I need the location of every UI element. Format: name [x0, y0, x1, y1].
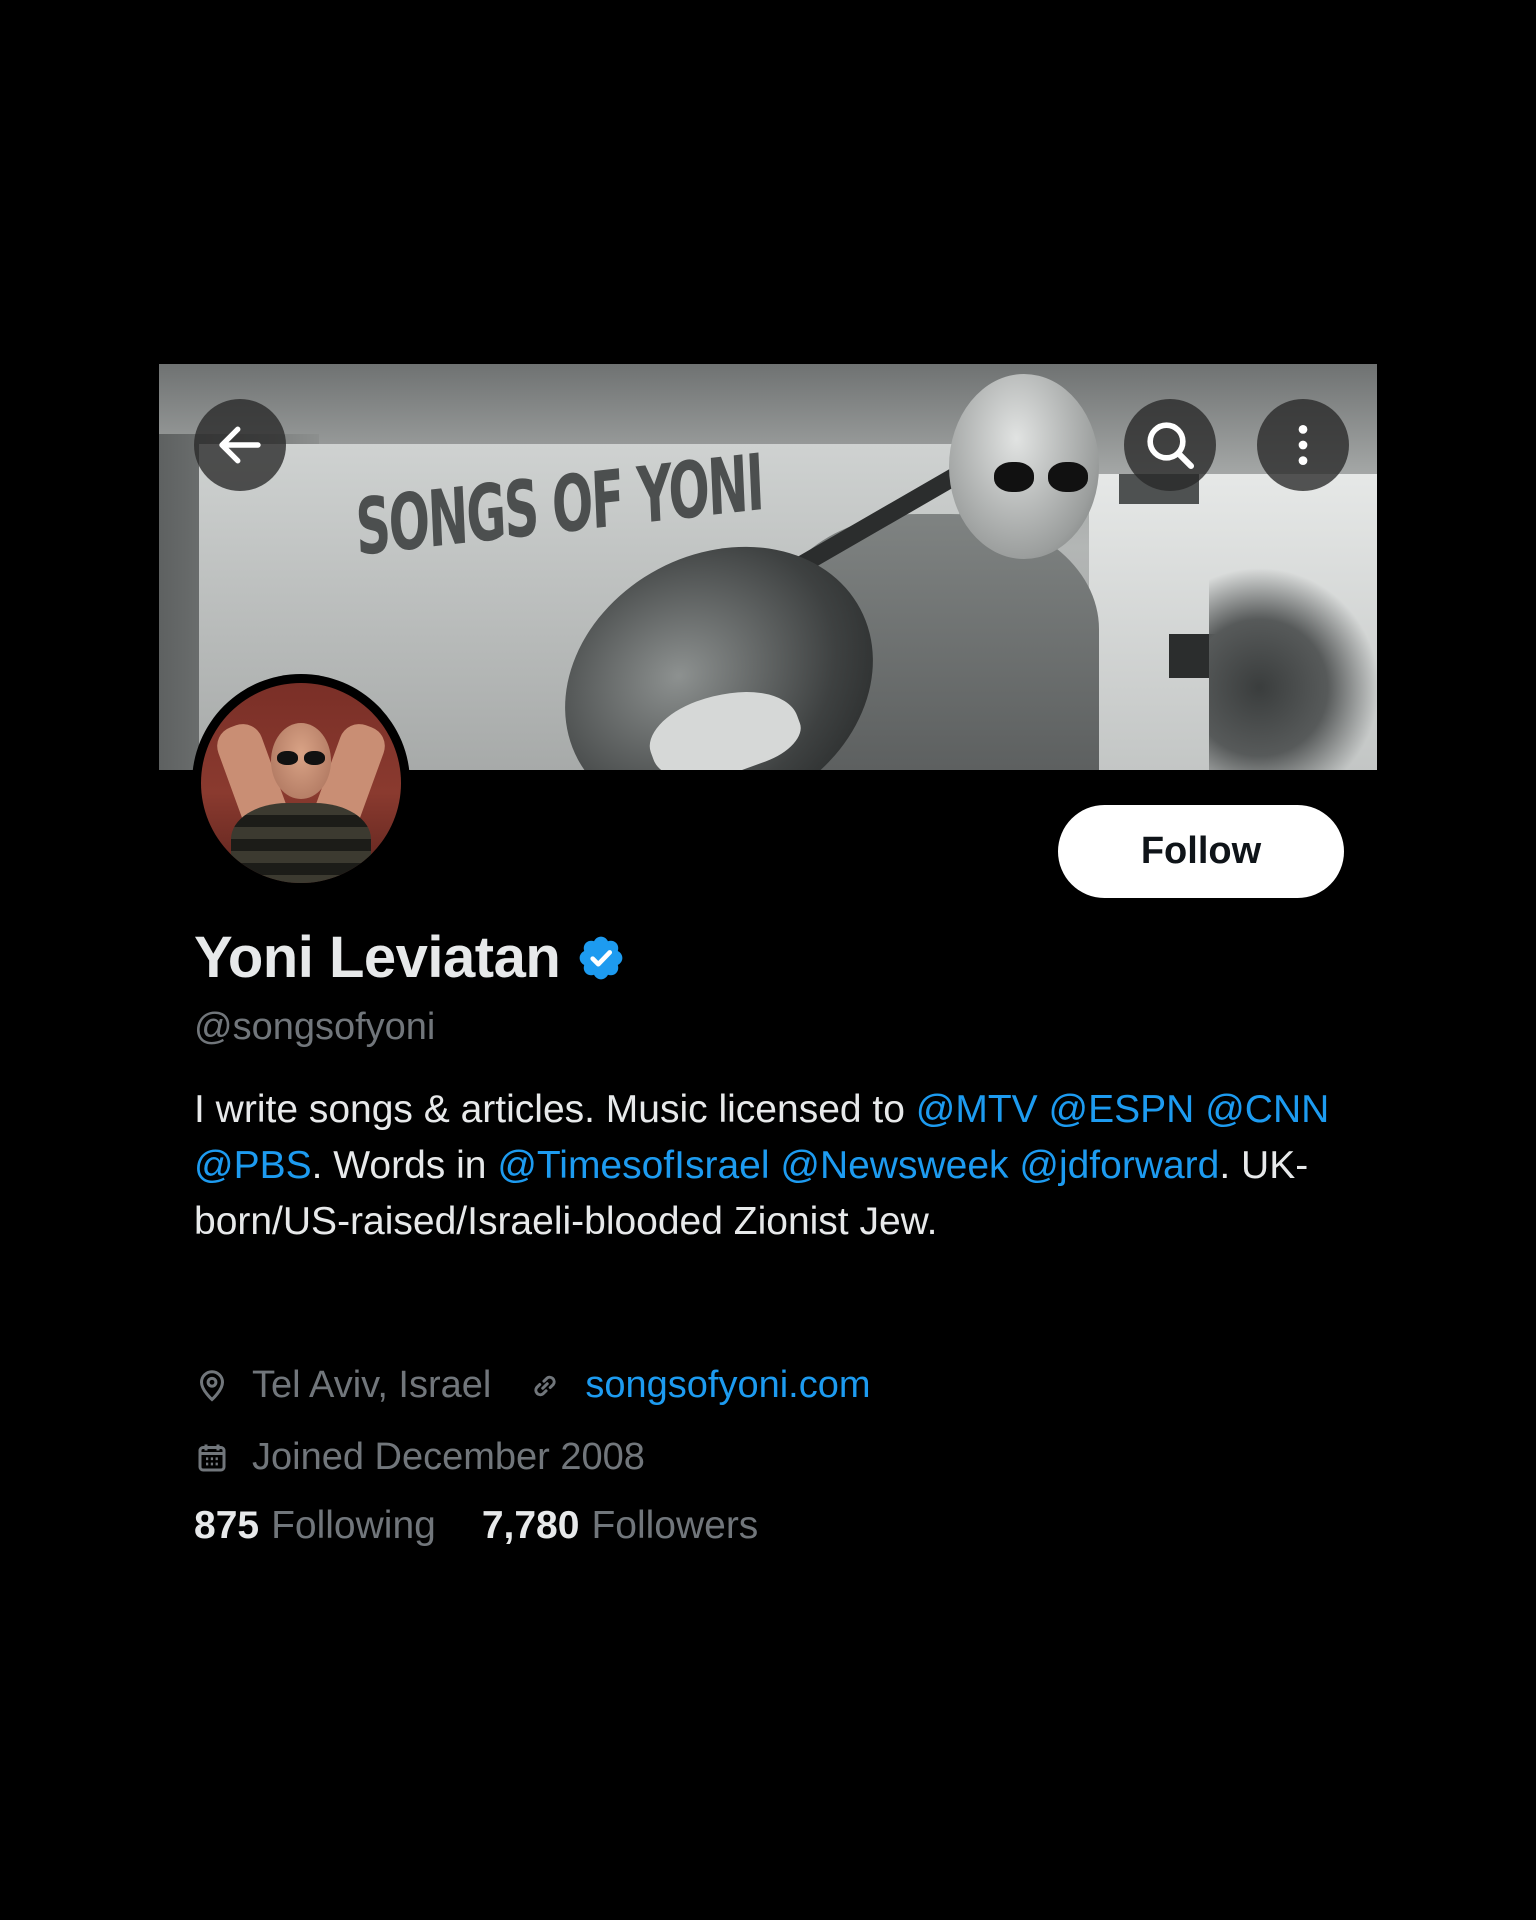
bio-text	[1038, 1088, 1049, 1131]
bio-text: I write songs & articles. Music licensed…	[194, 1088, 916, 1131]
avatar-sunglasses	[277, 751, 325, 765]
bio-text: . Words in	[311, 1144, 498, 1187]
name-row: Yoni Leviatan	[194, 924, 626, 991]
profile-card: SONGS OF YONI Follow Yoni Leviatan @song…	[159, 364, 1377, 1594]
profile-meta-joined: Joined December 2008	[194, 1436, 645, 1479]
location-pin-icon	[199, 1369, 225, 1402]
link-icon	[534, 1375, 556, 1396]
bio-text	[1009, 1144, 1020, 1187]
following-count: 875	[194, 1504, 260, 1547]
back-button[interactable]	[194, 399, 286, 491]
more-vertical-icon	[1298, 425, 1308, 465]
verified-badge-icon	[579, 936, 623, 979]
arrow-left-icon	[219, 426, 261, 464]
banner-foliage	[1209, 564, 1377, 770]
bio-text	[770, 1144, 781, 1187]
bio-text	[1194, 1088, 1205, 1131]
avatar[interactable]	[201, 683, 401, 883]
follow-stats: 875 Following 7,780 Followers	[194, 1504, 758, 1548]
bio-mention-link[interactable]: @ESPN	[1049, 1088, 1195, 1131]
bio-mention-link[interactable]: @Newsweek	[780, 1144, 1008, 1187]
display-name: Yoni Leviatan	[194, 925, 561, 990]
bio-mention-link[interactable]: @MTV	[916, 1088, 1038, 1131]
profile-meta-location-website: Tel Aviv, Israel songsofyoni.com	[194, 1364, 871, 1407]
followers-stat[interactable]: 7,780 Followers	[482, 1504, 758, 1548]
search-icon	[1147, 422, 1195, 470]
followers-count: 7,780	[481, 1504, 580, 1547]
joined-date: Joined December 2008	[252, 1436, 645, 1478]
user-handle: @songsofyoni	[194, 1006, 436, 1048]
website-link[interactable]: songsofyoni.com	[585, 1364, 870, 1407]
location-text: Tel Aviv, Israel	[252, 1364, 492, 1406]
avatar-shirt	[231, 803, 371, 883]
following-label: Following	[271, 1504, 436, 1547]
search-button[interactable]	[1124, 399, 1216, 491]
calendar-icon	[198, 1444, 226, 1471]
following-stat[interactable]: 875 Following	[194, 1504, 436, 1548]
bio-mention-link[interactable]: @jdforward	[1019, 1144, 1219, 1187]
profile-bio: I write songs & articles. Music licensed…	[194, 1082, 1344, 1250]
followers-label: Followers	[591, 1504, 759, 1547]
bio-mention-link[interactable]: @CNN	[1205, 1088, 1329, 1131]
banner-sunglasses	[994, 462, 1090, 492]
bio-mention-link[interactable]: @TimesofIsrael	[497, 1144, 769, 1187]
avatar-frame[interactable]	[192, 674, 410, 892]
more-options-button[interactable]	[1257, 399, 1349, 491]
bio-mention-link[interactable]: @PBS	[194, 1144, 312, 1187]
follow-button[interactable]: Follow	[1058, 805, 1344, 898]
